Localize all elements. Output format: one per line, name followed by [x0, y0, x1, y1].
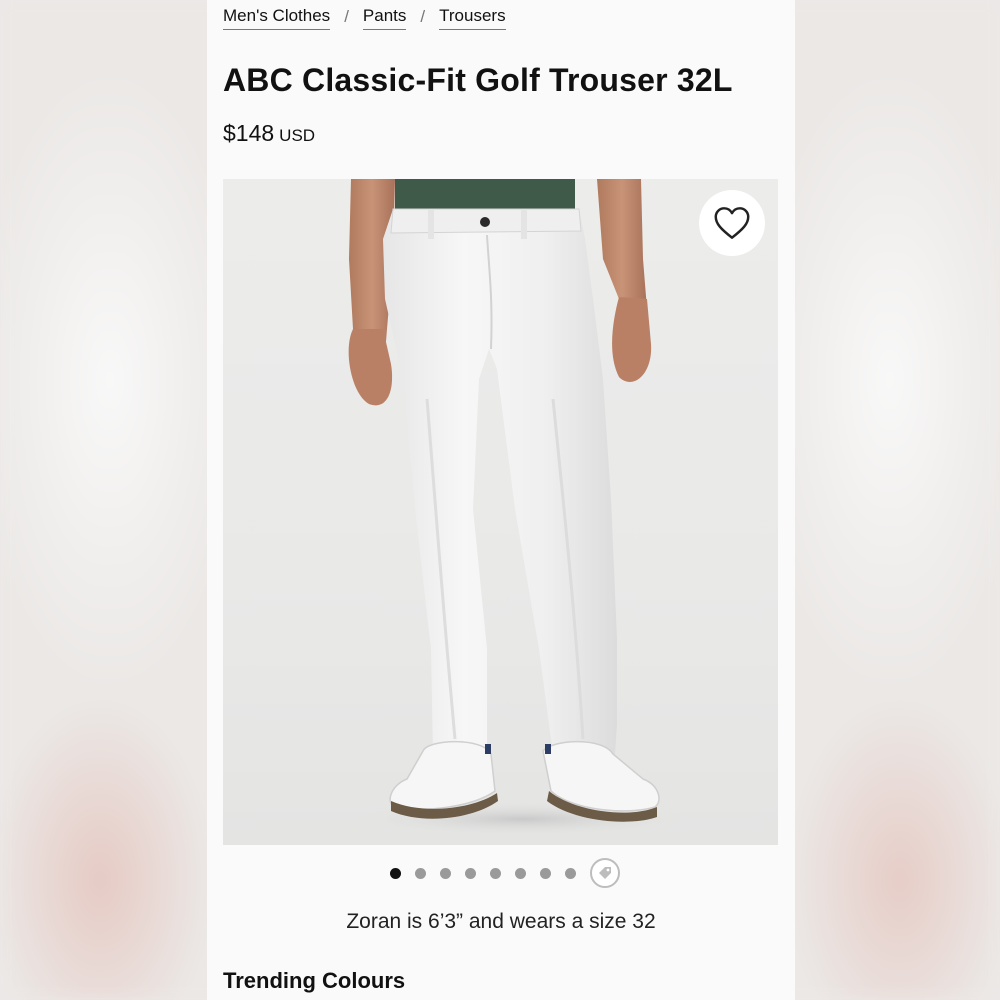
gallery-dot[interactable]: [489, 867, 501, 879]
product-title: ABC Classic-Fit Golf Trouser 32L: [223, 62, 733, 98]
gallery-dot[interactable]: [464, 867, 476, 879]
tag-icon: [598, 867, 611, 879]
heart-icon: [714, 207, 750, 239]
gallery-dot[interactable]: [564, 867, 576, 879]
gallery-dot[interactable]: [439, 867, 451, 879]
gallery-dot[interactable]: [539, 867, 551, 879]
gallery-dot[interactable]: [389, 867, 401, 879]
breadcrumb-separator: /: [344, 6, 349, 26]
product-price: $148 USD: [223, 120, 315, 147]
gallery-dot[interactable]: [514, 867, 526, 879]
favorite-button[interactable]: [699, 190, 765, 256]
gallery-pagination: [207, 858, 795, 888]
gallery-tag-button[interactable]: [589, 858, 620, 888]
breadcrumb-trousers[interactable]: Trousers: [439, 6, 506, 30]
gallery-dot[interactable]: [414, 867, 426, 879]
product-page: Men's Clothes / Pants / Trousers ABC Cla…: [207, 0, 795, 1000]
breadcrumb-separator: /: [420, 6, 426, 26]
breadcrumb: Men's Clothes / Pants / Trousers: [223, 6, 506, 30]
breadcrumb-pants[interactable]: Pants: [362, 6, 407, 30]
product-image[interactable]: [223, 179, 778, 845]
model-size-note: Zoran is 6’3” and wears a size 32: [346, 910, 656, 933]
trending-colours-heading: Trending Colours: [223, 968, 406, 993]
price-currency: USD: [279, 126, 316, 145]
product-photo-illustration: [343, 179, 703, 837]
breadcrumb-mens-clothes[interactable]: Men's Clothes: [223, 6, 331, 30]
price-amount: $148: [223, 120, 275, 146]
